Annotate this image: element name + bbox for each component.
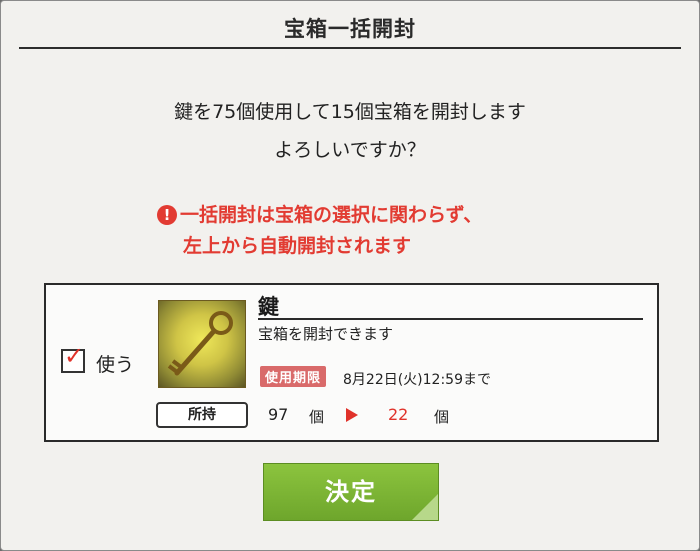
title-divider (19, 47, 681, 49)
batch-open-dialog: 宝箱一括開封 鍵を75個使用して15個宝箱を開封します よろしいですか？ ! 一括… (0, 0, 700, 551)
warning-text-1: 一括開封は宝箱の選択に関わらず、 (180, 204, 483, 226)
owned-unit: 個 (309, 408, 325, 426)
confirm-button-label: 決定 (325, 477, 377, 506)
key-icon (167, 311, 233, 376)
key-item-image (158, 300, 246, 388)
dialog-title: 宝箱一括開封 (284, 16, 416, 41)
use-label[interactable]: 使う (96, 350, 134, 377)
confirm-button[interactable]: 決定 (263, 463, 439, 521)
warning-line2: 左上から自動開封されます (183, 235, 412, 257)
confirm-message-line1: 鍵を75個使用して15個宝箱を開封します (174, 101, 526, 123)
confirm-message-line2: よろしいですか？ (274, 139, 426, 161)
item-name-divider (258, 318, 643, 320)
item-name: 鍵 (258, 294, 279, 319)
owned-label: 所持 (156, 402, 248, 428)
checkmark-icon: ✓ (64, 342, 85, 370)
remaining-unit: 個 (434, 408, 450, 426)
warning-line1: ! 一括開封は宝箱の選択に関わらず、 (157, 200, 482, 227)
button-corner-decoration (412, 494, 438, 520)
use-checkbox[interactable]: ✓ (61, 344, 85, 373)
expiry-badge: 使用期限 (260, 366, 327, 387)
expiry-date: 8月22日(火)12:59まで (343, 372, 491, 388)
item-description: 宝箱を開封できます (258, 325, 394, 343)
arrow-right-icon (346, 408, 358, 422)
warning-icon: ! (157, 205, 177, 225)
item-panel: ✓ 使う 鍵 宝箱を開封できます 使用期限 8月22日(火)12:59まで 所持… (44, 283, 659, 442)
remaining-count: 22 (388, 405, 409, 424)
owned-count: 97 (268, 405, 289, 424)
